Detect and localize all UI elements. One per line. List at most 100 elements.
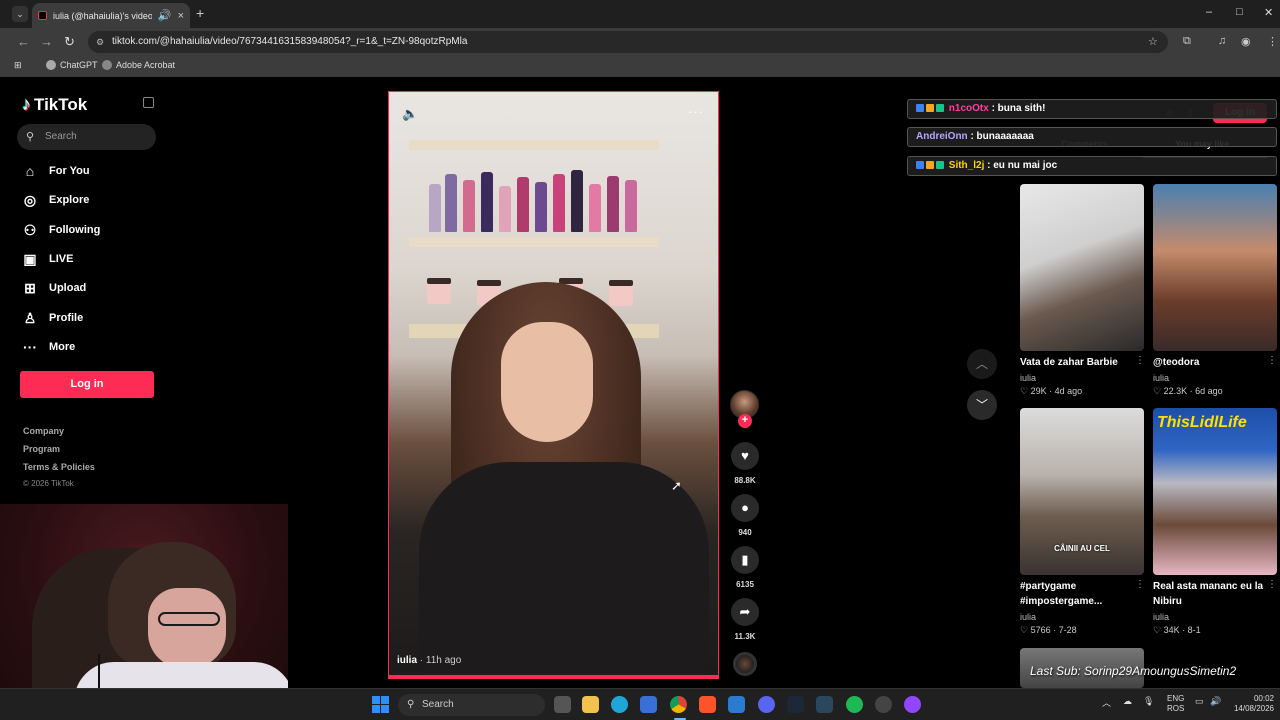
mouse-cursor-icon: ➚	[671, 478, 682, 493]
brave-icon[interactable]	[699, 696, 716, 713]
recommendation-user[interactable]: iulia	[1153, 612, 1169, 622]
language-indicator[interactable]: ENG ROS	[1167, 694, 1184, 714]
recommendation-likes: 22.3K	[1163, 386, 1188, 396]
video-time-ago: · 11h ago	[417, 655, 462, 666]
volume-tray-icon[interactable]: 🔊	[1210, 696, 1221, 707]
video-scene-bottles	[419, 162, 659, 232]
volume-icon[interactable]: 🔈	[402, 106, 418, 122]
reload-icon[interactable]: ↻	[64, 34, 75, 50]
nav-explore[interactable]: ◎ Explore	[22, 189, 89, 211]
tab-audio-icon[interactable]: 🔊	[158, 9, 172, 22]
footer-link-company[interactable]: Company	[23, 426, 64, 436]
recommendation-more-icon[interactable]: ⋮	[1135, 579, 1145, 590]
network-icon[interactable]: ▭	[1195, 696, 1204, 707]
profile-avatar-icon[interactable]: ◉	[1241, 35, 1251, 48]
collapse-sidebar-icon[interactable]	[143, 97, 154, 108]
video-author[interactable]: iulia	[397, 655, 417, 666]
recommendation-more-icon[interactable]: ⋮	[1135, 355, 1145, 366]
recommendation-stats: ♡ 5766 · 7-28	[1020, 625, 1077, 635]
tray-chevron-icon[interactable]: ︿	[1102, 696, 1111, 709]
tray-cloud-icon[interactable]: ☁	[1123, 696, 1132, 707]
file-explorer-icon[interactable]	[582, 696, 599, 713]
discord-icon[interactable]	[758, 696, 775, 713]
close-window-button[interactable]: ✕	[1264, 6, 1273, 19]
twitch-icon[interactable]	[904, 696, 921, 713]
video-more-options-icon[interactable]: ···	[688, 104, 704, 119]
share-arrow-icon[interactable]: ➦	[731, 598, 759, 626]
chrome-icon[interactable]	[670, 696, 687, 713]
recommendation-title[interactable]: Vata de zahar Barbie	[1020, 355, 1138, 370]
store-icon[interactable]	[640, 696, 657, 713]
steam-secondary-icon[interactable]	[816, 696, 833, 713]
previous-video-arrow-icon[interactable]: ︿	[967, 349, 997, 379]
windows-start-icon[interactable]	[372, 696, 389, 713]
like-heart-icon[interactable]: ♥	[731, 442, 759, 470]
recommendation-title[interactable]: #partygame #impostergame...	[1020, 579, 1138, 609]
sidebar-login-button[interactable]: Log in	[20, 371, 154, 398]
steam-icon[interactable]	[787, 696, 804, 713]
recommendation-thumbnail[interactable]: CÂINII AU CEL	[1020, 408, 1144, 575]
recommendation-thumbnail[interactable]	[1020, 184, 1144, 351]
recommendation-more-icon[interactable]: ⋮	[1267, 355, 1277, 366]
spotify-icon[interactable]	[846, 696, 863, 713]
recommendation-user[interactable]: iulia	[1020, 373, 1036, 383]
footer-link-terms[interactable]: Terms & Policies	[23, 462, 95, 472]
task-view-icon[interactable]	[554, 696, 571, 713]
minimize-button[interactable]: –	[1206, 6, 1212, 18]
chat-text: : eu nu mai joc	[984, 160, 1058, 171]
nav-upload[interactable]: ⊞ Upload	[22, 277, 86, 299]
back-arrow-icon[interactable]: ←	[17, 34, 30, 49]
footer-link-program[interactable]: Program	[23, 444, 60, 454]
recommendation-thumbnail[interactable]	[1153, 184, 1277, 351]
vscode-icon[interactable]	[728, 696, 745, 713]
apps-grid-icon[interactable]: ⊞	[14, 60, 22, 71]
chat-badge-icon	[926, 161, 934, 169]
taskbar-search[interactable]: ⚲ Search	[398, 694, 545, 716]
nav-profile[interactable]: ♙ Profile	[22, 307, 84, 329]
tab-search-button[interactable]: ⌄	[12, 6, 28, 22]
tiktok-logo[interactable]: ♪ TikTok	[22, 94, 87, 115]
browser-tab-active[interactable]: iulia (@hahaiulia)'s videos with 🔊 ×	[32, 3, 190, 28]
bookmark-star-icon[interactable]: ☆	[1148, 35, 1158, 48]
next-video-arrow-icon[interactable]: ﹀	[967, 390, 997, 420]
bookmark-label: ChatGPT	[60, 60, 98, 70]
bookmark-adobe-acrobat[interactable]: Adobe Acrobat	[102, 60, 175, 70]
tab-close-icon[interactable]: ×	[178, 10, 184, 22]
live-icon: ▣	[23, 250, 37, 267]
recommendation-likes: 29K	[1030, 386, 1047, 396]
search-input[interactable]: ⚲ Search	[17, 124, 156, 150]
recommendation-likes: 5766	[1030, 625, 1051, 635]
recommendation-date: 4d ago	[1054, 386, 1083, 396]
recommendation-more-icon[interactable]: ⋮	[1267, 579, 1277, 590]
follow-plus-icon[interactable]: +	[738, 414, 752, 428]
new-tab-button[interactable]: +	[196, 5, 204, 21]
bookmark-chatgpt[interactable]: ChatGPT	[46, 60, 98, 70]
maximize-button[interactable]: □	[1236, 6, 1243, 18]
nav-following[interactable]: ⚇ Following	[22, 219, 101, 241]
video-player[interactable]: 🔈 ··· iulia · 11h ago	[388, 91, 719, 679]
extensions-icon[interactable]: ⧉	[1183, 35, 1191, 48]
recommendation-title[interactable]: Real asta mananc eu la Nibiru	[1153, 579, 1271, 609]
nav-more[interactable]: ··· More	[22, 336, 75, 358]
recommendation-title[interactable]: @teodora	[1153, 355, 1271, 370]
tray-mic-icon[interactable]: 🎙	[1143, 696, 1154, 707]
browser-menu-icon[interactable]: ⋮	[1267, 35, 1278, 48]
video-progress-bar[interactable]	[389, 675, 718, 678]
forward-arrow-icon[interactable]: →	[40, 34, 53, 49]
recommendation-user[interactable]: iulia	[1020, 612, 1036, 622]
nav-live[interactable]: ▣ LIVE	[22, 248, 73, 270]
edge-browser-icon[interactable]	[611, 696, 628, 713]
nav-for-you[interactable]: ⌂ For You	[22, 160, 90, 182]
recommendation-thumbnail[interactable]: ThisLidlLife	[1153, 408, 1277, 575]
bookmark-icon[interactable]: ▮	[731, 546, 759, 574]
address-bar[interactable]: ⚙ tiktok.com/@hahaiulia/video/7673441631…	[88, 31, 1168, 53]
taskbar-clock[interactable]: 00:02 14/08/2026	[1228, 694, 1274, 714]
media-control-icon[interactable]: ♫	[1218, 35, 1226, 47]
comment-icon[interactable]: ●	[731, 494, 759, 522]
recommendation-user[interactable]: iulia	[1153, 373, 1169, 383]
chat-badge-icon	[936, 161, 944, 169]
obs-icon[interactable]	[875, 696, 892, 713]
home-icon: ⌂	[25, 163, 35, 179]
site-info-icon[interactable]: ⚙	[96, 31, 104, 53]
music-disc-icon[interactable]	[733, 652, 757, 676]
